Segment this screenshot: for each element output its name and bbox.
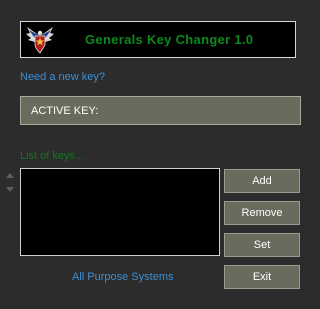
triangle-down-icon[interactable] <box>6 187 14 192</box>
triangle-up-icon[interactable] <box>6 173 14 178</box>
company-link[interactable]: All Purpose Systems <box>72 271 173 283</box>
app-window: Generals Key Changer 1.0 Need a new key?… <box>0 0 320 309</box>
remove-button[interactable]: Remove <box>224 201 300 225</box>
app-title: Generals Key Changer 1.0 <box>85 32 254 47</box>
eagle-star-emblem-icon <box>26 27 54 54</box>
active-key-label: ACTIVE KEY: <box>31 105 99 117</box>
set-button[interactable]: Set <box>224 233 300 257</box>
active-key-panel: ACTIVE KEY: <box>20 96 301 125</box>
need-new-key-link[interactable]: Need a new key? <box>20 71 105 83</box>
header-banner: Generals Key Changer 1.0 <box>20 21 296 58</box>
exit-button[interactable]: Exit <box>224 265 300 289</box>
add-button[interactable]: Add <box>224 169 300 193</box>
key-list-label: List of keys... <box>20 150 85 162</box>
key-list-box[interactable] <box>20 168 220 256</box>
